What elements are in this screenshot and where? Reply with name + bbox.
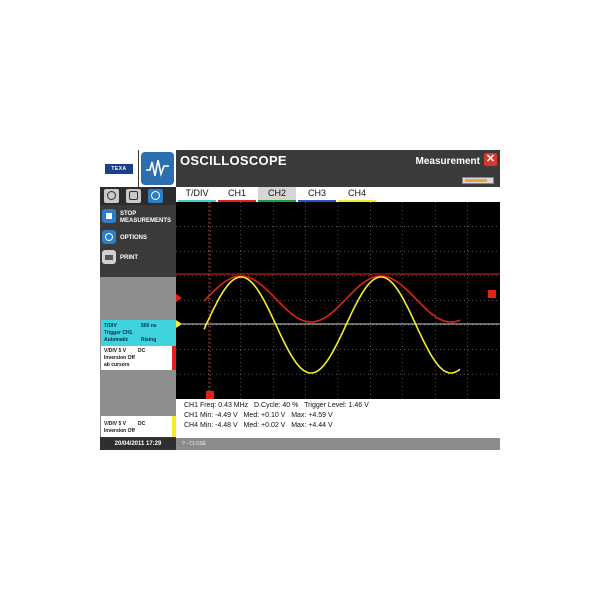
app-header: OSCILLOSCOPE Measurement ✕ <box>176 150 500 187</box>
tab-ch2[interactable]: CH2 <box>258 187 296 202</box>
gear-icon <box>102 230 116 244</box>
oscilloscope-app: TEXA OSCILLOSCOPE Measurement ✕ T/DIV CH… <box>100 150 500 450</box>
mode-label: Measurement <box>415 156 480 167</box>
options-button[interactable]: OPTIONS <box>102 229 176 247</box>
channel-tabs: T/DIV CH1 CH2 CH3 CH4 <box>176 187 500 202</box>
channel-info-panel: T/DIV 500 ns Trigger CH1 Automatic Risin… <box>100 277 176 437</box>
brand-text: TEXA <box>105 164 133 174</box>
page-title: OSCILLOSCOPE <box>180 153 287 168</box>
tab-tdiv[interactable]: T/DIV <box>178 187 216 202</box>
zoom-icon[interactable] <box>104 189 119 203</box>
printer-icon <box>102 250 116 264</box>
close-icon[interactable]: ✕ <box>484 153 497 166</box>
cursor-a-marker <box>206 391 214 399</box>
trigger-marker <box>488 290 496 298</box>
trigger-info[interactable]: T/DIV 500 ns Trigger CH1 Automatic Risin… <box>101 320 176 346</box>
tab-ch4[interactable]: CH4 <box>338 187 376 202</box>
status-bar: ? - CLOSE <box>176 438 500 450</box>
side-menu: STOP MEASUREMENTS OPTIONS PRINT <box>100 205 176 277</box>
ch1-waveform <box>203 275 461 323</box>
cursor-icon[interactable] <box>148 189 163 203</box>
tab-ch3[interactable]: CH3 <box>298 187 336 202</box>
toolbar <box>100 187 176 205</box>
measurement-readout: CH1 Freq: 0.43 MHz D.Cycle: 40 % Trigger… <box>176 399 500 438</box>
ch1-info[interactable]: V/DIV 5 V DC Inversion Off ab cursors <box>101 346 176 370</box>
progress-bar <box>462 177 494 184</box>
ch4-level-marker <box>176 320 182 328</box>
close-hint: ? - CLOSE <box>182 441 207 447</box>
stop-icon <box>102 209 116 223</box>
scope-grid <box>176 202 500 399</box>
waveform-icon <box>139 150 176 187</box>
tab-ch1[interactable]: CH1 <box>218 187 256 202</box>
stop-measurements-button[interactable]: STOP MEASUREMENTS <box>102 208 176 226</box>
ch1-level-marker <box>176 294 182 302</box>
print-button[interactable]: PRINT <box>102 249 176 267</box>
brand-logo: TEXA <box>100 150 138 187</box>
gear-icon[interactable] <box>126 189 141 203</box>
ch4-info[interactable]: V/DIV 5 V DC Inversion Off <box>101 416 176 437</box>
scope-display[interactable] <box>176 202 500 399</box>
datetime: 20/04/2011 17:29 <box>100 438 176 450</box>
